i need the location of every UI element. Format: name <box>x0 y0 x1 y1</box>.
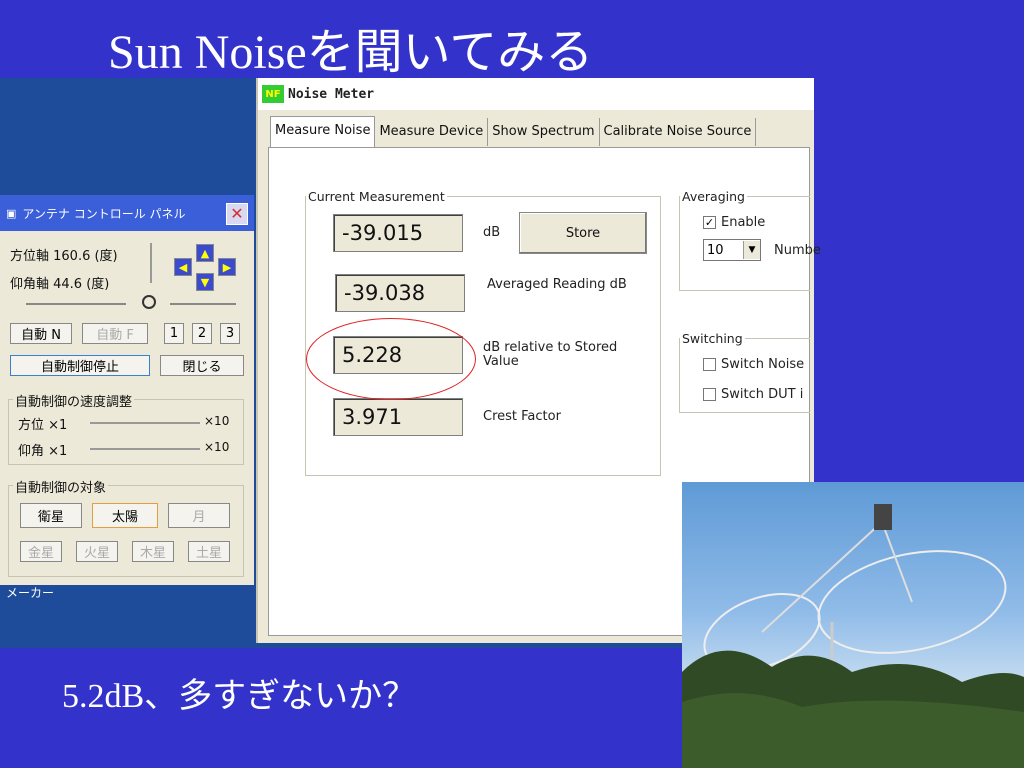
store-button[interactable]: Store <box>519 212 647 254</box>
switch-dut-label: Switch DUT i <box>721 387 804 402</box>
magnifier-icon[interactable] <box>142 295 156 309</box>
arrow-down-icon[interactable]: ▼ <box>196 273 214 291</box>
nf-logo-icon: NF <box>262 85 284 103</box>
antenna-illustration <box>682 504 1024 768</box>
close-button[interactable]: 閉じる <box>160 355 244 376</box>
tab-measure-device[interactable]: Measure Device <box>375 118 489 146</box>
tab-show-spectrum[interactable]: Show Spectrum <box>488 118 600 146</box>
relative-label: dB relative to Stored Value <box>483 340 618 369</box>
target-legend: 自動制御の対象 <box>13 477 109 496</box>
auto-n-button[interactable]: 自動 N <box>10 323 72 344</box>
reading-unit: dB <box>483 225 501 240</box>
azimuth-speed-label: 方位 ×1 <box>18 418 68 433</box>
elevation-speed-slider[interactable] <box>90 448 200 450</box>
azimuth-speed-max: ×10 <box>204 414 230 428</box>
current-measurement-legend: Current Measurement <box>308 189 445 204</box>
antenna-titlebar[interactable]: ▣ アンテナ コントロール パネル <box>0 195 254 231</box>
tab-measure-noise[interactable]: Measure Noise <box>270 116 376 149</box>
slide-title: Sun Noiseを聞いてみる <box>108 26 594 79</box>
crest-label: Crest Factor <box>483 409 561 424</box>
tab-bar: Measure Noise Measure Device Show Spectr… <box>270 116 757 149</box>
azimuth-readout: 方位軸 160.6 (度) <box>10 249 118 264</box>
target-jupiter-button[interactable]: 木星 <box>132 541 174 562</box>
slide-caption: 5.2dB、多すぎないか？ <box>62 678 417 715</box>
switch-dut-checkbox[interactable] <box>703 388 716 401</box>
noise-meter-titlebar[interactable]: NF Noise Meter <box>258 78 814 110</box>
close-icon[interactable]: ✕ <box>226 203 248 225</box>
target-saturn-button[interactable]: 土星 <box>188 541 230 562</box>
divider <box>150 243 152 283</box>
elevation-speed-max: ×10 <box>204 440 230 454</box>
auto-control-stop-button[interactable]: 自動制御停止 <box>10 355 150 376</box>
preset-2-button[interactable]: 2 <box>192 323 212 344</box>
elevation-readout: 仰角軸 44.6 (度) <box>10 277 110 292</box>
crest-value: 3.971 <box>333 398 463 436</box>
average-count-value: 10 <box>707 242 724 258</box>
target-moon-button[interactable]: 月 <box>168 503 230 528</box>
elevation-speed-label: 仰角 ×1 <box>18 444 68 459</box>
highlight-ellipse <box>306 318 476 400</box>
reading-value: -39.015 <box>333 214 463 252</box>
arrow-left-icon[interactable]: ◀ <box>174 258 192 276</box>
target-satellite-button[interactable]: 衛星 <box>20 503 82 528</box>
desktop-label: メーカー <box>6 586 55 600</box>
averaged-value: -39.038 <box>335 274 465 312</box>
averaging-legend: Averaging <box>682 189 745 204</box>
target-sun-button[interactable]: 太陽 <box>92 503 158 528</box>
number-label: Numbe <box>774 243 821 258</box>
enable-label: Enable <box>721 215 766 230</box>
switching-legend: Switching <box>682 331 743 346</box>
target-group: 自動制御の対象 <box>8 477 244 577</box>
elevation-slider-track[interactable] <box>170 303 236 305</box>
azimuth-slider-track[interactable] <box>26 303 126 305</box>
target-mars-button[interactable]: 火星 <box>76 541 118 562</box>
speed-legend: 自動制御の速度調整 <box>13 391 135 410</box>
window-title: Noise Meter <box>288 86 375 102</box>
tab-calibrate-noise-source[interactable]: Calibrate Noise Source <box>600 118 757 146</box>
arrow-up-icon[interactable]: ▲ <box>196 244 214 262</box>
switch-noise-checkbox[interactable] <box>703 358 716 371</box>
preset-3-button[interactable]: 3 <box>220 323 240 344</box>
arrow-right-icon[interactable]: ▶ <box>218 258 236 276</box>
enable-checkbox[interactable]: ✓ <box>703 216 716 229</box>
antenna-control-window: ▣ アンテナ コントロール パネル ✕ 方位軸 160.6 (度) 仰角軸 44… <box>0 195 254 585</box>
window-icon: ▣ <box>6 206 17 220</box>
antenna-photo <box>682 482 1024 768</box>
averaged-label: Averaged Reading dB <box>487 277 627 292</box>
preset-1-button[interactable]: 1 <box>164 323 184 344</box>
antenna-title: アンテナ コントロール パネル <box>22 206 186 221</box>
switch-noise-label: Switch Noise <box>721 357 805 372</box>
target-venus-button[interactable]: 金星 <box>20 541 62 562</box>
average-count-select[interactable]: 10 ▼ <box>703 239 761 261</box>
chevron-down-icon[interactable]: ▼ <box>743 241 760 259</box>
auto-f-button[interactable]: 自動 F <box>82 323 148 344</box>
azimuth-speed-slider[interactable] <box>90 422 200 424</box>
